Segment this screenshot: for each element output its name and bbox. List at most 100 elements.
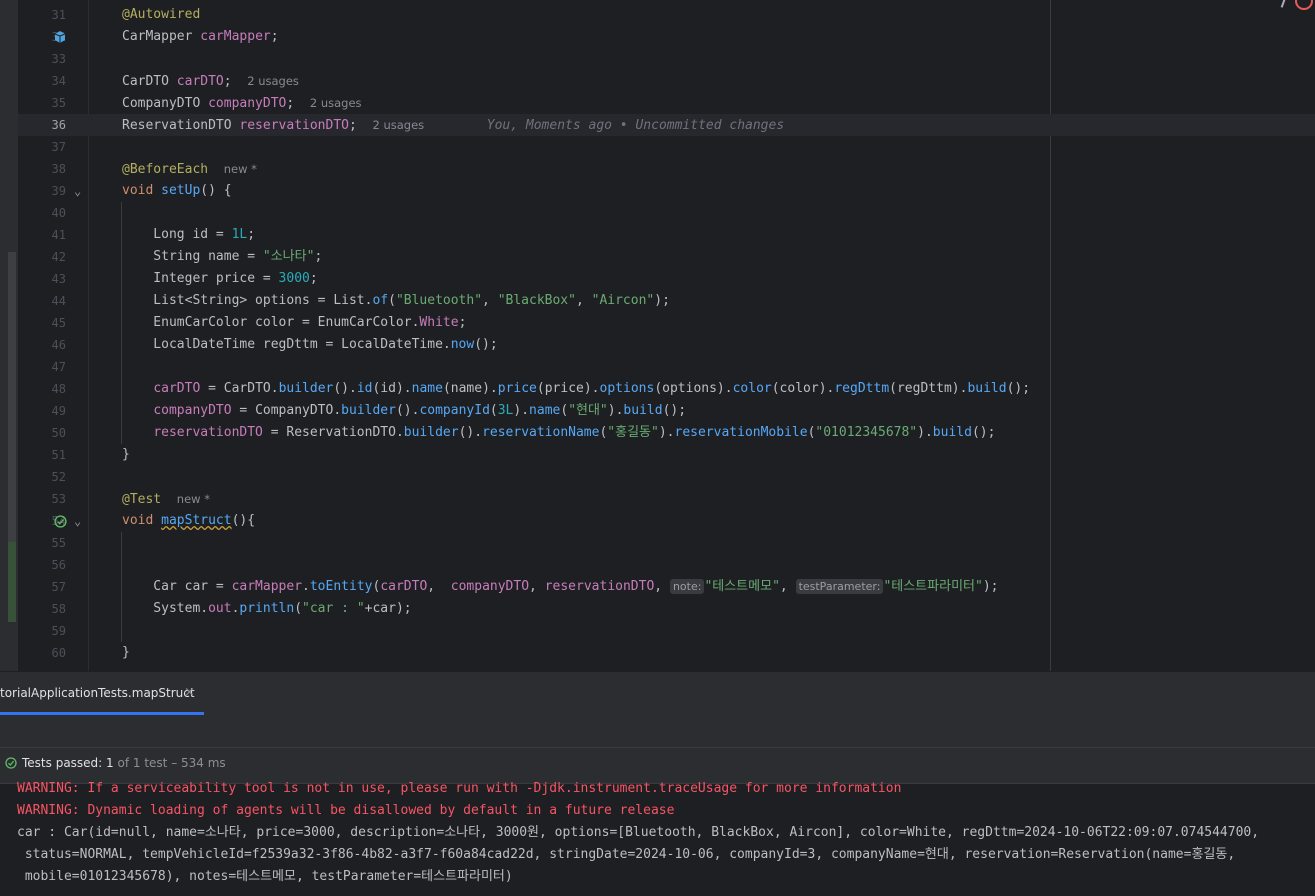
code-line[interactable]: 46 LocalDateTime regDttm = LocalDateTime… [18, 334, 1315, 356]
code-token: } [122, 447, 130, 462]
code-line[interactable]: 53 @Test new * [18, 488, 1315, 510]
code-line[interactable]: 55 [18, 532, 1315, 554]
code-line[interactable]: 59 [18, 620, 1315, 642]
console-output[interactable]: WARNING: If a serviceability tool is not… [0, 781, 1315, 896]
line-number[interactable]: 52 [36, 466, 66, 488]
line-number[interactable]: 50 [36, 422, 66, 444]
code-line[interactable]: 35 CompanyDTO companyDTO; 2 usages [18, 92, 1315, 114]
code-line[interactable]: 48 carDTO = CarDTO.builder().id(id).name… [18, 378, 1315, 400]
code-token: builder [403, 425, 459, 440]
code-line[interactable]: 38 @BeforeEach new * [18, 158, 1315, 180]
line-number[interactable]: 34 [36, 70, 66, 92]
line-number[interactable]: 42 [36, 246, 66, 268]
code-line[interactable]: 51} [18, 444, 1315, 466]
code-token: name [411, 381, 443, 396]
line-number[interactable]: 56 [36, 554, 66, 576]
usage-hint[interactable]: 2 usages [310, 96, 362, 110]
line-number[interactable]: 33 [36, 48, 66, 70]
line-number[interactable]: 59 [36, 620, 66, 642]
line-number[interactable]: 48 [36, 378, 66, 400]
code-token: void [122, 513, 162, 528]
usage-hint[interactable]: new * [224, 162, 257, 176]
code-token: builder [278, 381, 334, 396]
code-line[interactable]: 60} [18, 642, 1315, 664]
line-number[interactable]: 44 [36, 290, 66, 312]
code-token: reservationDTO [153, 425, 263, 440]
line-number[interactable]: 49 [36, 400, 66, 422]
code-line[interactable]: 31 @Autowired [18, 4, 1315, 26]
code-token: (id). [372, 381, 412, 396]
code-token: "테스트메모" [704, 579, 780, 594]
code-text: LocalDateTime regDttm = LocalDateTime.no… [122, 334, 497, 356]
code-line[interactable]: 56 [18, 554, 1315, 576]
code-line[interactable]: 58 System.out.println("car : "+car); [18, 598, 1315, 620]
line-number[interactable]: 36 [36, 114, 66, 136]
code-text: @Autowired [122, 4, 200, 26]
code-line[interactable]: 37 [18, 136, 1315, 158]
line-number[interactable]: 41 [36, 224, 66, 246]
code-text: String name = "소나타"; [122, 246, 322, 268]
code-line[interactable]: 33 [18, 48, 1315, 70]
line-number[interactable]: 31 [36, 4, 66, 26]
line-number[interactable]: 46 [36, 334, 66, 356]
code-token: (options). [654, 381, 733, 396]
code-token: "Aircon" [591, 293, 655, 308]
code-line[interactable]: 57 Car car = carMapper.toEntity(carDTO, … [18, 576, 1315, 598]
code-token: ; [286, 96, 310, 111]
code-line[interactable]: 49 companyDTO = CompanyDTO.builder().com… [18, 400, 1315, 422]
code-token: "BlackBox" [497, 293, 576, 308]
code-line[interactable]: 44 List<String> options = List.of("Bluet… [18, 290, 1315, 312]
fold-chevron-icon[interactable]: ⌄ [74, 180, 81, 202]
run-tab[interactable]: torialApplicationTests.mapStruct [0, 682, 195, 704]
code-token: System. [122, 601, 209, 616]
code-text: companyDTO = CompanyDTO.builder().compan… [122, 400, 686, 422]
code-token: build [623, 403, 663, 418]
line-number[interactable]: 37 [36, 136, 66, 158]
test-passed-run-icon[interactable] [54, 514, 67, 528]
line-number[interactable]: 40 [36, 202, 66, 224]
code-line[interactable]: 47 [18, 356, 1315, 378]
code-line[interactable]: 54 void mapStruct(){⌄ [18, 510, 1315, 532]
left-tool-strip [0, 0, 18, 671]
line-number[interactable]: 57 [36, 576, 66, 598]
code-line[interactable]: 45 EnumCarColor color = EnumCarColor.Whi… [18, 312, 1315, 334]
usage-hint[interactable]: 2 usages [372, 118, 424, 132]
code-text: reservationDTO = ReservationDTO.builder(… [122, 422, 995, 444]
line-number[interactable]: 51 [36, 444, 66, 466]
code-token: "01012345678" [815, 425, 918, 440]
line-number[interactable]: 38 [36, 158, 66, 180]
code-line[interactable]: 40 [18, 202, 1315, 224]
line-number[interactable]: 43 [36, 268, 66, 290]
code-line[interactable]: 32CarMapper carMapper; [18, 26, 1315, 48]
usage-hint[interactable]: 2 usages [247, 74, 299, 88]
code-line[interactable]: 43 Integer price = 3000; [18, 268, 1315, 290]
code-line[interactable]: 36 ReservationDTO reservationDTO; 2 usage… [18, 114, 1315, 136]
code-line[interactable]: 39 void setUp() {⌄ [18, 180, 1315, 202]
code-token: CompanyDTO [122, 96, 209, 111]
code-token: ). [513, 403, 530, 418]
code-line[interactable]: 41 Long id = 1L; [18, 224, 1315, 246]
code-editor[interactable]: 31 @Autowired 32CarMapper carMapper;3334 Ca… [0, 0, 1315, 671]
line-number[interactable]: 39 [36, 180, 66, 202]
line-number[interactable]: 53 [36, 488, 66, 510]
code-token: build [932, 425, 972, 440]
line-number[interactable]: 35 [36, 92, 66, 114]
code-line[interactable]: 42 String name = "소나타"; [18, 246, 1315, 268]
code-token: CarDTO [122, 74, 177, 89]
line-number[interactable]: 47 [36, 356, 66, 378]
line-number[interactable]: 45 [36, 312, 66, 334]
fold-chevron-icon[interactable]: ⌄ [74, 510, 81, 532]
line-number[interactable]: 55 [36, 532, 66, 554]
code-line[interactable]: 52 [18, 466, 1315, 488]
close-icon[interactable]: × [184, 682, 195, 704]
code-token: companyId [419, 403, 490, 418]
bean-navigation-icon[interactable] [54, 30, 66, 44]
line-number[interactable]: 60 [36, 642, 66, 664]
code-token: ( [388, 293, 396, 308]
code-line[interactable]: 34 CarDTO carDTO; 2 usages [18, 70, 1315, 92]
line-number[interactable]: 58 [36, 598, 66, 620]
code-line[interactable]: 50 reservationDTO = ReservationDTO.build… [18, 422, 1315, 444]
code-token: of [372, 293, 389, 308]
usage-hint[interactable]: new * [177, 492, 210, 506]
